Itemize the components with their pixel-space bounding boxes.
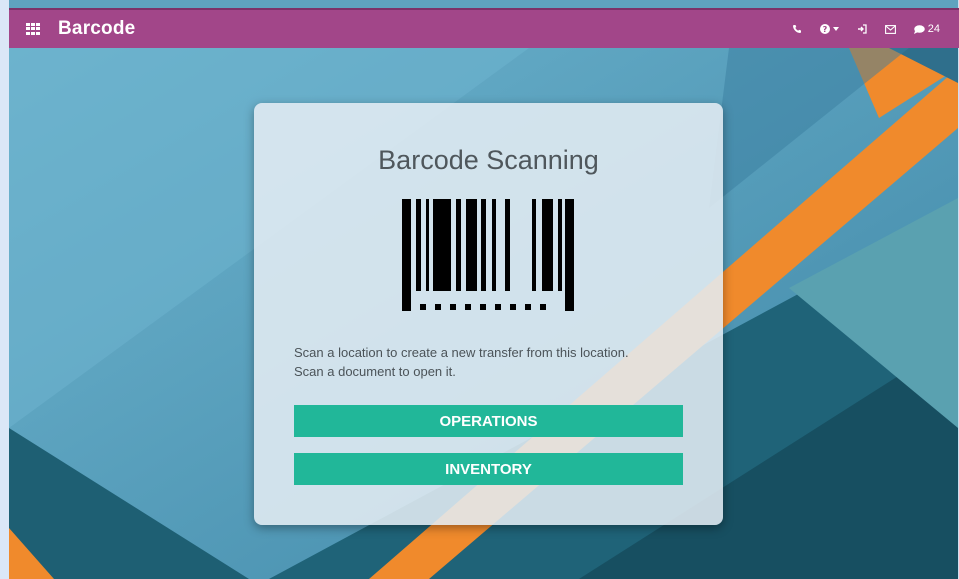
scan-instructions: Scan a location to create a new transfer… [294,343,694,381]
top-navbar: Barcode ? 24 [9,8,959,48]
systray: ? 24 [783,9,949,49]
inventory-button[interactable]: INVENTORY [294,453,683,485]
svg-text:?: ? [822,25,827,34]
barcode-icon [402,199,574,311]
apps-icon[interactable] [26,23,40,35]
phone-button[interactable] [783,9,811,49]
caret-down-icon [832,27,839,31]
operations-button[interactable]: OPERATIONS [294,405,683,437]
mail-icon [884,24,896,34]
hint-line-location: Scan a location to create a new transfer… [294,345,629,360]
card-title: Barcode Scanning [378,145,599,175]
hint-line-document: Scan a document to open it. [294,364,456,379]
help-menu[interactable]: ? [811,9,848,49]
phone-icon [792,25,801,33]
help-icon: ? [819,24,830,34]
chat-icon [913,24,925,34]
app-title[interactable]: Barcode [58,18,135,40]
signin-icon [857,24,867,34]
messages-count: 24 [927,23,940,35]
barcode-scanning-card: Barcode Scanning Scan a location to crea… [254,103,723,525]
signin-button[interactable] [848,9,876,49]
messages-button[interactable]: 24 [905,9,949,49]
mail-button[interactable] [876,9,905,49]
